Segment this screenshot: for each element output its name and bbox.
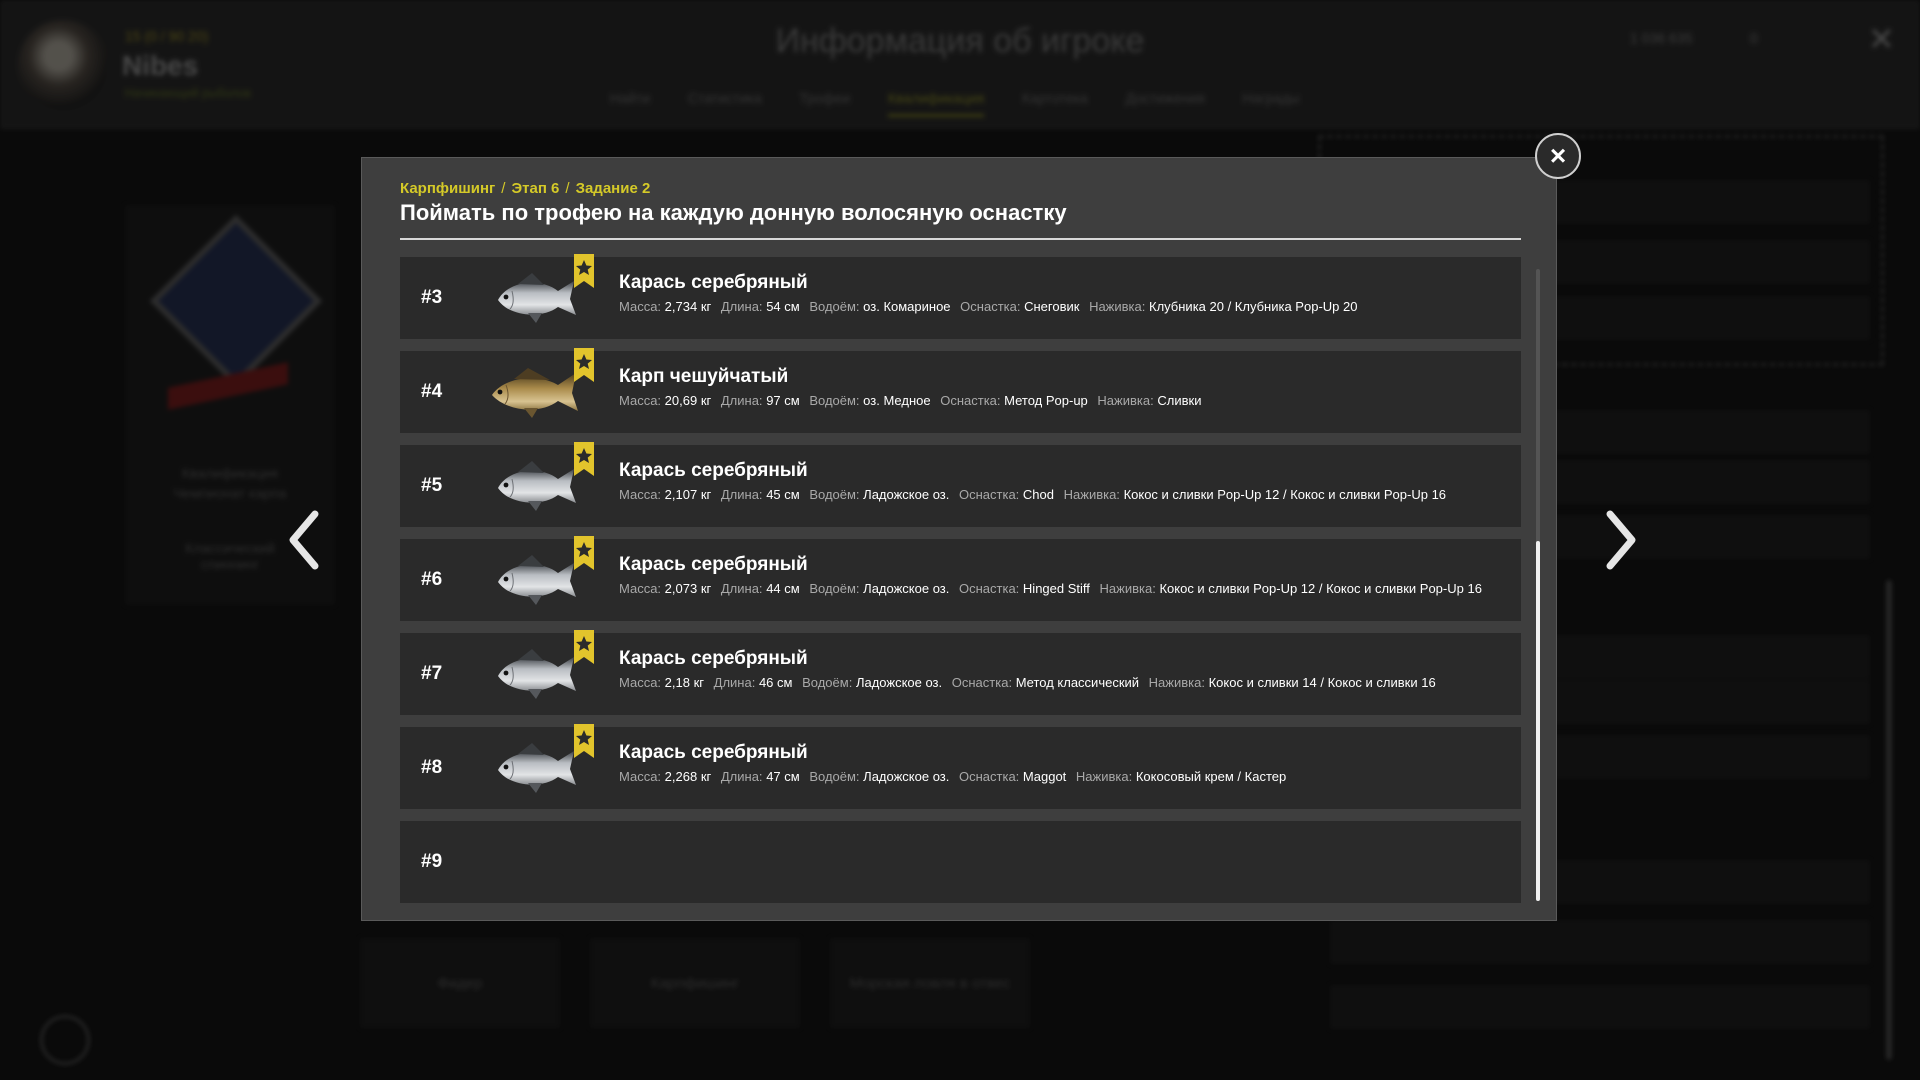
fish-name: Карась серебряный: [619, 272, 808, 293]
trophy-length: 44 см: [766, 581, 800, 596]
fish-name: Карась серебряный: [619, 648, 808, 669]
title-divider: [400, 238, 1521, 240]
close-button[interactable]: ×: [1535, 133, 1581, 179]
trophy-bait: Клубника 20 / Клубника Pop-Up 20: [1149, 299, 1358, 314]
trophy-length: 47 см: [766, 769, 800, 784]
trophy-length: 54 см: [766, 299, 800, 314]
trophy-row[interactable]: #3 Карась серебряный Масса: 2,734 кг Дли…: [400, 254, 1521, 339]
trophy-water: Ладожское оз.: [863, 769, 950, 784]
crucian-carp-icon: [488, 741, 580, 795]
trophy-details: Масса: 2,734 кг Длина: 54 см Водоём: оз.…: [619, 299, 1358, 314]
modal-scrollbar[interactable]: [1536, 269, 1540, 901]
trophy-bait: Сливки: [1157, 393, 1202, 408]
trophy-star-icon: [574, 724, 594, 758]
trophy-details: Масса: 2,268 кг Длина: 47 см Водоём: Лад…: [619, 769, 1287, 784]
task-title: Поймать по трофею на каждую донную волос…: [400, 200, 1067, 225]
breadcrumb-item[interactable]: Карпфишинг: [400, 180, 495, 197]
empty-trophy-row[interactable]: #9: [400, 821, 1521, 903]
trophy-rig: Maggot: [1022, 769, 1067, 784]
trophy-rank: #6: [421, 569, 443, 590]
trophy-rig: Метод классический: [1015, 675, 1140, 690]
trophy-modal: Карпфишинг / Этап 6 / Задание 2 Поймать …: [361, 157, 1557, 921]
trophy-list[interactable]: #3 Карась серебряный Масса: 2,734 кг Дли…: [400, 254, 1521, 915]
trophy-mass: 2,734 кг: [664, 299, 712, 314]
trophy-rank: #5: [421, 475, 443, 496]
trophy-details: Масса: 2,073 кг Длина: 44 см Водоём: Лад…: [619, 581, 1482, 596]
trophy-star-icon: [574, 348, 594, 382]
trophy-length: 45 см: [766, 487, 800, 502]
trophy-row[interactable]: #7 Карась серебряный Масса: 2,18 кг Длин…: [400, 630, 1521, 715]
trophy-bait: Кокосовый крем / Кастер: [1135, 769, 1287, 784]
crucian-carp-icon: [488, 459, 580, 513]
trophy-water: Ладожское оз.: [863, 487, 950, 502]
trophy-bait: Кокос и сливки Pop-Up 12 / Кокос и сливк…: [1159, 581, 1482, 596]
trophy-row[interactable]: #8 Карась серебряный Масса: 2,268 кг Дли…: [400, 724, 1521, 809]
trophy-mass: 2,268 кг: [664, 769, 712, 784]
trophy-star-icon: [574, 630, 594, 664]
trophy-water: Ладожское оз.: [855, 675, 943, 690]
trophy-water: оз. Медное: [863, 393, 931, 408]
trophy-bait: Кокос и сливки Pop-Up 12 / Кокос и сливк…: [1123, 487, 1447, 502]
crucian-carp-icon: [488, 647, 580, 701]
breadcrumb-separator: /: [501, 180, 506, 197]
crucian-carp-icon: [488, 271, 580, 325]
trophy-rank: #4: [421, 381, 443, 402]
fish-name: Карась серебряный: [619, 742, 808, 763]
trophy-star-icon: [574, 442, 594, 476]
trophy-row[interactable]: #4 Карп чешуйчатый Масса: 20,69 кг Длина…: [400, 348, 1521, 433]
carp-icon: [488, 365, 580, 419]
trophy-rig: Chod: [1022, 487, 1054, 502]
trophy-water: Ладожское оз.: [863, 581, 950, 596]
trophy-rank: #3: [421, 287, 443, 308]
trophy-rank: #9: [421, 851, 443, 872]
trophy-rank: #7: [421, 663, 443, 684]
trophy-rig: Hinged Stiff: [1022, 581, 1090, 596]
breadcrumb-item[interactable]: Этап 6: [511, 180, 559, 197]
trophy-rig: Снеговик: [1024, 299, 1080, 314]
trophy-details: Масса: 2,18 кг Длина: 46 см Водоём: Ладо…: [619, 675, 1436, 690]
breadcrumb-item[interactable]: Задание 2: [576, 180, 651, 197]
trophy-rig: Метод Pop-up: [1004, 393, 1088, 408]
trophy-bait: Кокос и сливки 14 / Кокос и сливки 16: [1208, 675, 1436, 690]
trophy-length: 97 см: [766, 393, 800, 408]
trophy-mass: 2,073 кг: [664, 581, 712, 596]
fish-name: Карась серебряный: [619, 460, 808, 481]
next-arrow-icon[interactable]: [1600, 508, 1640, 572]
breadcrumb: Карпфишинг / Этап 6 / Задание 2: [400, 180, 650, 197]
trophy-row[interactable]: #6 Карась серебряный Масса: 2,073 кг Дли…: [400, 536, 1521, 621]
trophy-row[interactable]: #5 Карась серебряный Масса: 2,107 кг Дли…: [400, 442, 1521, 527]
trophy-water: оз. Комариное: [863, 299, 951, 314]
trophy-details: Масса: 2,107 кг Длина: 45 см Водоём: Лад…: [619, 487, 1447, 502]
fish-name: Карп чешуйчатый: [619, 366, 789, 387]
trophy-rank: #8: [421, 757, 443, 778]
trophy-mass: 20,69 кг: [664, 393, 712, 408]
trophy-star-icon: [574, 254, 594, 288]
fish-name: Карась серебряный: [619, 554, 808, 575]
scrollbar-thumb[interactable]: [1536, 541, 1540, 901]
trophy-mass: 2,18 кг: [664, 675, 705, 690]
breadcrumb-separator: /: [565, 180, 570, 197]
trophy-mass: 2,107 кг: [664, 487, 712, 502]
previous-arrow-icon[interactable]: [285, 508, 325, 572]
crucian-carp-icon: [488, 553, 580, 607]
trophy-star-icon: [574, 536, 594, 570]
trophy-length: 46 см: [758, 675, 793, 690]
trophy-details: Масса: 20,69 кг Длина: 97 см Водоём: оз.…: [619, 393, 1202, 408]
